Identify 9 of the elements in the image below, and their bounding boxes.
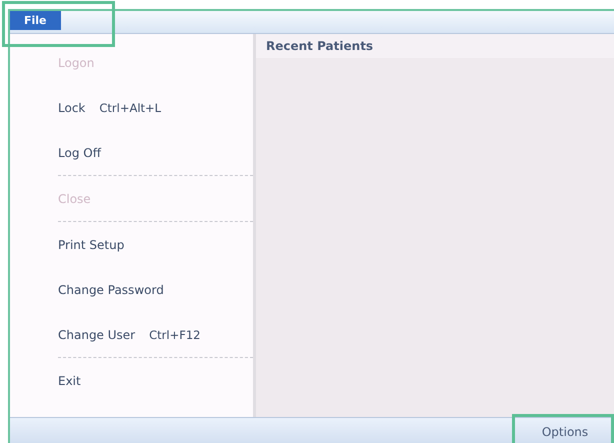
menu-item[interactable]: Print Setup (10, 222, 253, 267)
menu-item[interactable]: File (10, 11, 61, 30)
menu-item[interactable]: Change User Ctrl+F12 (10, 312, 253, 357)
menu-item[interactable]: Change Password (10, 267, 253, 312)
menu-item[interactable]: Exit (10, 358, 253, 403)
menu-item[interactable]: Lock Ctrl+Alt+L (10, 85, 253, 130)
options-button[interactable]: Options (516, 418, 614, 443)
menu-item[interactable]: Log Off (10, 130, 253, 175)
panel-title: Recent Patients (256, 34, 614, 58)
